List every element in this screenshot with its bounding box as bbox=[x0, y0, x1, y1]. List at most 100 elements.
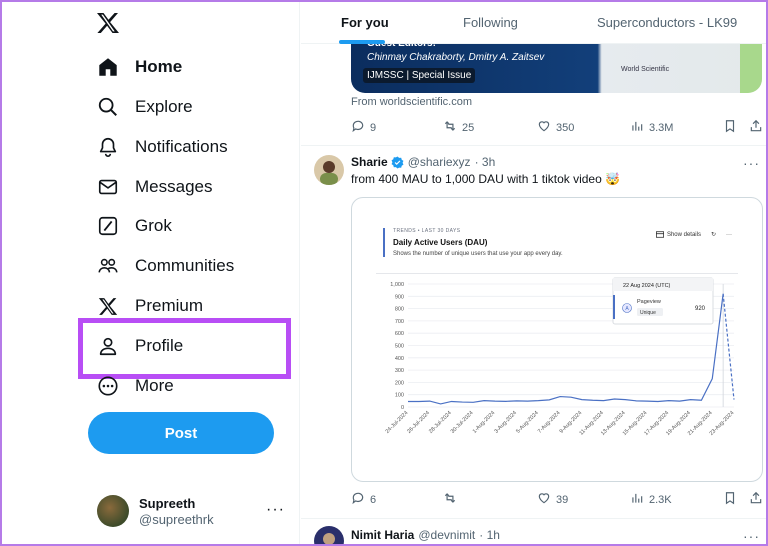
repost-icon bbox=[443, 119, 457, 136]
author-handle[interactable]: @shariexyz bbox=[408, 155, 471, 169]
tooltip-tag: Unique bbox=[640, 310, 656, 316]
share-button[interactable] bbox=[749, 119, 763, 133]
post-button[interactable]: Post bbox=[88, 412, 274, 454]
like-button[interactable]: 39 bbox=[537, 491, 568, 508]
nav-communities[interactable]: Communities bbox=[96, 248, 234, 284]
reply-button[interactable]: 6 bbox=[351, 491, 376, 508]
post-header: Sharie @shariexyz · 3h bbox=[351, 155, 495, 169]
timeline: Guest Editors: Chinmay Chakraborty, Dmit… bbox=[301, 0, 768, 546]
dau-series-line-partial bbox=[722, 293, 735, 400]
verified-badge-icon bbox=[391, 156, 404, 169]
post-text: from 400 MAU to 1,000 DAU with 1 tiktok … bbox=[351, 172, 621, 186]
tooltip-value: 920 bbox=[695, 306, 706, 312]
dau-line-chart: 01002003004005006007008009001,00024-Jul-… bbox=[385, 277, 735, 437]
active-tab-indicator bbox=[339, 40, 385, 44]
account-more-icon[interactable]: ··· bbox=[266, 501, 285, 519]
reply-icon bbox=[351, 119, 365, 136]
tab-following[interactable]: Following bbox=[463, 0, 518, 44]
views-count: 2.3K bbox=[649, 493, 672, 506]
y-tick-label: 200 bbox=[395, 380, 404, 386]
more-circle-icon bbox=[96, 374, 120, 398]
heart-icon bbox=[537, 491, 551, 508]
nav-notifications[interactable]: Notifications bbox=[96, 129, 228, 165]
like-count: 39 bbox=[556, 493, 569, 506]
repost-count: 25 bbox=[462, 121, 475, 134]
y-tick-label: 100 bbox=[395, 393, 404, 399]
search-icon bbox=[96, 95, 120, 119]
y-tick-label: 300 bbox=[395, 368, 404, 374]
card-badge: IJMSSC | Special Issue bbox=[363, 68, 476, 83]
nav-grok[interactable]: Grok bbox=[96, 208, 172, 244]
post-time[interactable]: · 3h bbox=[475, 155, 496, 169]
card-editors: Chinmay Chakraborty, Dmitry A. Zaitsev bbox=[367, 52, 545, 63]
x-tick-label: 7-Aug-2024 bbox=[537, 410, 562, 435]
nav-notifications-label: Notifications bbox=[135, 137, 228, 156]
nav-more-label: More bbox=[135, 376, 174, 395]
nav-explore-label: Explore bbox=[135, 97, 193, 116]
link-source[interactable]: From worldscientific.com bbox=[351, 96, 472, 108]
views-button[interactable]: 2.3K bbox=[630, 491, 672, 508]
nav-messages[interactable]: Messages bbox=[96, 169, 212, 205]
views-icon bbox=[630, 119, 644, 136]
timeline-tabs: For you Following Superconductors - LK99 bbox=[301, 0, 768, 44]
nav-home-label: Home bbox=[135, 57, 183, 76]
share-button[interactable] bbox=[749, 491, 763, 505]
reply-count: 6 bbox=[370, 493, 377, 506]
nav-premium-label: Premium bbox=[135, 296, 204, 315]
post-more-icon[interactable]: ··· bbox=[743, 528, 760, 544]
card-publisher: World Scientific bbox=[621, 66, 670, 73]
avatar bbox=[97, 495, 129, 527]
account-handle: @supreethrk bbox=[139, 511, 214, 527]
author-handle[interactable]: @devnimit bbox=[418, 528, 475, 542]
tab-for-you[interactable]: For you bbox=[341, 0, 389, 44]
share-icon bbox=[750, 119, 762, 132]
post-actions: 6 39 2.3K bbox=[351, 491, 763, 511]
y-tick-label: 700 bbox=[395, 319, 404, 325]
avatar[interactable] bbox=[314, 526, 344, 546]
y-tick-label: 1,000 bbox=[390, 282, 404, 288]
heart-icon bbox=[537, 119, 551, 136]
tab-superconductors[interactable]: Superconductors - LK99 bbox=[597, 0, 737, 44]
post-divider bbox=[301, 518, 768, 519]
x-tick-label: 30-Jul-2024 bbox=[450, 410, 475, 435]
views-count: 3.3M bbox=[649, 121, 674, 134]
reply-count: 9 bbox=[370, 121, 377, 134]
avatar[interactable] bbox=[314, 155, 344, 185]
x-logo-icon[interactable] bbox=[96, 12, 124, 38]
repost-icon bbox=[443, 491, 457, 508]
nav-messages-label: Messages bbox=[135, 177, 213, 196]
repost-button[interactable]: 25 bbox=[443, 119, 474, 136]
account-switcher[interactable]: Supreeth @supreethrk ··· bbox=[97, 493, 297, 529]
nav-communities-label: Communities bbox=[135, 256, 235, 275]
y-tick-label: 400 bbox=[395, 356, 404, 362]
author-name[interactable]: Nimit Haria bbox=[351, 528, 414, 542]
y-tick-label: 600 bbox=[395, 331, 404, 337]
y-tick-label: 800 bbox=[395, 307, 404, 313]
post-media-chart[interactable]: TRENDS • LAST 30 DAYS Daily Active Users… bbox=[351, 197, 763, 482]
home-icon bbox=[96, 55, 120, 79]
bookmark-icon bbox=[725, 492, 735, 505]
reply-button[interactable]: 9 bbox=[351, 119, 376, 136]
views-icon bbox=[630, 491, 644, 508]
nav-explore[interactable]: Explore bbox=[96, 89, 193, 125]
tooltip-series-name: Pageview bbox=[637, 299, 661, 305]
author-name[interactable]: Sharie bbox=[351, 155, 388, 169]
sidebar: Home Explore Notifications Messages Grok… bbox=[0, 0, 300, 546]
grok-icon bbox=[96, 214, 120, 238]
communities-icon bbox=[96, 254, 120, 278]
nav-more[interactable]: More bbox=[96, 368, 174, 404]
like-button[interactable]: 350 bbox=[537, 119, 574, 136]
bookmark-button[interactable] bbox=[723, 491, 737, 505]
x-logo-icon bbox=[96, 294, 120, 318]
repost-button[interactable] bbox=[443, 491, 457, 508]
tooltip-series-bar bbox=[613, 295, 615, 319]
bookmark-button[interactable] bbox=[723, 119, 737, 133]
nav-grok-label: Grok bbox=[135, 216, 172, 235]
post-more-icon[interactable]: ··· bbox=[743, 155, 760, 171]
account-name: Supreeth bbox=[139, 495, 196, 511]
y-tick-label: 900 bbox=[395, 294, 404, 300]
views-button[interactable]: 3.3M bbox=[630, 119, 673, 136]
nav-home[interactable]: Home bbox=[96, 49, 182, 85]
post-header: Nimit Haria @devnimit · 1h bbox=[351, 528, 500, 542]
post-time[interactable]: · 1h bbox=[479, 528, 500, 542]
